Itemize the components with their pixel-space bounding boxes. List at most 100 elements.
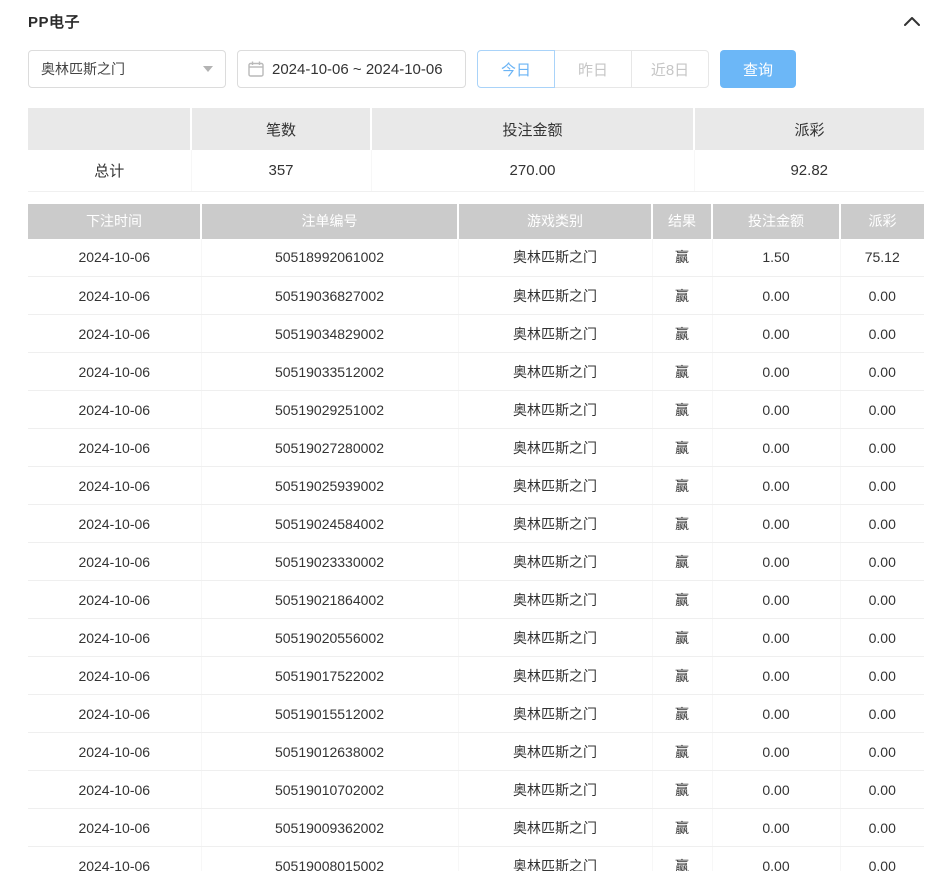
payout-cell: 0.00	[840, 733, 924, 771]
bet-time-cell: 2024-10-06	[28, 467, 201, 505]
summary-header-row: 笔数投注金额派彩	[28, 108, 924, 150]
game-type-cell: 奥林匹斯之门	[458, 391, 652, 429]
bet-amount-cell: 0.00	[712, 619, 840, 657]
result-cell: 赢	[652, 695, 712, 733]
col-header-bet-time: 下注时间	[28, 204, 201, 239]
payout-cell: 0.00	[840, 467, 924, 505]
quick-filter-button[interactable]: 近8日	[631, 50, 709, 88]
result-cell: 赢	[652, 543, 712, 581]
date-range-input[interactable]: 2024-10-06 ~ 2024-10-06	[237, 50, 466, 88]
bet-amount-cell: 0.00	[712, 695, 840, 733]
summary-total-cell: 270.00	[371, 150, 694, 191]
col-header-result: 结果	[652, 204, 712, 239]
quick-filter-button[interactable]: 昨日	[554, 50, 632, 88]
bet-time-cell: 2024-10-06	[28, 391, 201, 429]
game-type-cell: 奥林匹斯之门	[458, 505, 652, 543]
bet-id-cell: 50519008015002	[201, 847, 458, 871]
game-type-cell: 奥林匹斯之门	[458, 543, 652, 581]
table-row: 2024-10-0650519025939002奥林匹斯之门赢0.000.00	[28, 467, 924, 505]
result-cell: 赢	[652, 429, 712, 467]
table-row: 2024-10-0650519029251002奥林匹斯之门赢0.000.00	[28, 391, 924, 429]
bet-amount-cell: 0.00	[712, 277, 840, 315]
bet-amount-cell: 0.00	[712, 543, 840, 581]
payout-cell: 0.00	[840, 277, 924, 315]
bet-amount-cell: 1.50	[712, 239, 840, 277]
bet-amount-cell: 0.00	[712, 353, 840, 391]
result-cell: 赢	[652, 733, 712, 771]
result-cell: 赢	[652, 315, 712, 353]
col-header-bet-amount: 投注金额	[712, 204, 840, 239]
game-type-cell: 奥林匹斯之门	[458, 581, 652, 619]
result-cell: 赢	[652, 505, 712, 543]
payout-cell: 0.00	[840, 429, 924, 467]
payout-cell: 0.00	[840, 695, 924, 733]
bet-id-cell: 50519033512002	[201, 353, 458, 391]
payout-cell: 0.00	[840, 581, 924, 619]
result-cell: 赢	[652, 239, 712, 277]
game-type-cell: 奥林匹斯之门	[458, 239, 652, 277]
bet-time-cell: 2024-10-06	[28, 847, 201, 871]
result-cell: 赢	[652, 581, 712, 619]
result-cell: 赢	[652, 467, 712, 505]
table-row: 2024-10-0650519020556002奥林匹斯之门赢0.000.00	[28, 619, 924, 657]
bet-time-cell: 2024-10-06	[28, 809, 201, 847]
table-row: 2024-10-0650519008015002奥林匹斯之门赢0.000.00	[28, 847, 924, 871]
date-range-value: 2024-10-06 ~ 2024-10-06	[272, 61, 443, 78]
game-type-cell: 奥林匹斯之门	[458, 315, 652, 353]
bet-table: 下注时间注单编号游戏类别结果投注金额派彩 2024-10-06505189920…	[28, 204, 924, 871]
game-type-cell: 奥林匹斯之门	[458, 657, 652, 695]
bet-id-cell: 50519036827002	[201, 277, 458, 315]
bet-amount-cell: 0.00	[712, 809, 840, 847]
game-type-cell: 奥林匹斯之门	[458, 619, 652, 657]
game-type-cell: 奥林匹斯之门	[458, 847, 652, 871]
summary-total-cell: 357	[191, 150, 371, 191]
game-select[interactable]: 奥林匹斯之门	[28, 50, 226, 88]
bet-id-cell: 50519009362002	[201, 809, 458, 847]
bet-time-cell: 2024-10-06	[28, 771, 201, 809]
bet-table-body: 2024-10-0650518992061002奥林匹斯之门赢1.5075.12…	[28, 239, 924, 871]
payout-cell: 0.00	[840, 315, 924, 353]
bet-id-cell: 50518992061002	[201, 239, 458, 277]
bet-id-cell: 50519025939002	[201, 467, 458, 505]
bet-id-cell: 50519024584002	[201, 505, 458, 543]
search-button[interactable]: 查询	[720, 50, 796, 88]
pp-games-panel: PP电子 奥林匹斯之门 2024-10-06 ~ 2024-10-06 今日昨日…	[0, 0, 933, 871]
table-row: 2024-10-0650519033512002奥林匹斯之门赢0.000.00	[28, 353, 924, 391]
bet-table-header-row: 下注时间注单编号游戏类别结果投注金额派彩	[28, 204, 924, 239]
bet-id-cell: 50519010702002	[201, 771, 458, 809]
quick-filter-button[interactable]: 今日	[477, 50, 555, 88]
table-row: 2024-10-0650519023330002奥林匹斯之门赢0.000.00	[28, 543, 924, 581]
summary-total-row: 总计357270.0092.82	[28, 150, 924, 191]
game-type-cell: 奥林匹斯之门	[458, 429, 652, 467]
table-row: 2024-10-0650519034829002奥林匹斯之门赢0.000.00	[28, 315, 924, 353]
chevron-up-icon[interactable]	[900, 13, 924, 30]
game-type-cell: 奥林匹斯之门	[458, 353, 652, 391]
panel-header: PP电子	[28, 8, 924, 34]
result-cell: 赢	[652, 353, 712, 391]
summary-col-header: 笔数	[191, 108, 371, 150]
bet-amount-cell: 0.00	[712, 467, 840, 505]
bet-time-cell: 2024-10-06	[28, 581, 201, 619]
game-type-cell: 奥林匹斯之门	[458, 277, 652, 315]
payout-cell: 0.00	[840, 505, 924, 543]
result-cell: 赢	[652, 657, 712, 695]
summary-total-cell: 总计	[28, 150, 191, 191]
page-title: PP电子	[28, 11, 80, 32]
chevron-down-icon	[203, 66, 213, 72]
game-type-cell: 奥林匹斯之门	[458, 733, 652, 771]
bet-amount-cell: 0.00	[712, 581, 840, 619]
table-row: 2024-10-0650519017522002奥林匹斯之门赢0.000.00	[28, 657, 924, 695]
bet-amount-cell: 0.00	[712, 315, 840, 353]
bet-amount-cell: 0.00	[712, 657, 840, 695]
bet-amount-cell: 0.00	[712, 429, 840, 467]
bet-id-cell: 50519017522002	[201, 657, 458, 695]
result-cell: 赢	[652, 391, 712, 429]
bet-time-cell: 2024-10-06	[28, 619, 201, 657]
table-row: 2024-10-0650518992061002奥林匹斯之门赢1.5075.12	[28, 239, 924, 277]
game-type-cell: 奥林匹斯之门	[458, 809, 652, 847]
payout-cell: 0.00	[840, 391, 924, 429]
col-header-game-type: 游戏类别	[458, 204, 652, 239]
table-row: 2024-10-0650519027280002奥林匹斯之门赢0.000.00	[28, 429, 924, 467]
bet-id-cell: 50519034829002	[201, 315, 458, 353]
payout-cell: 0.00	[840, 657, 924, 695]
